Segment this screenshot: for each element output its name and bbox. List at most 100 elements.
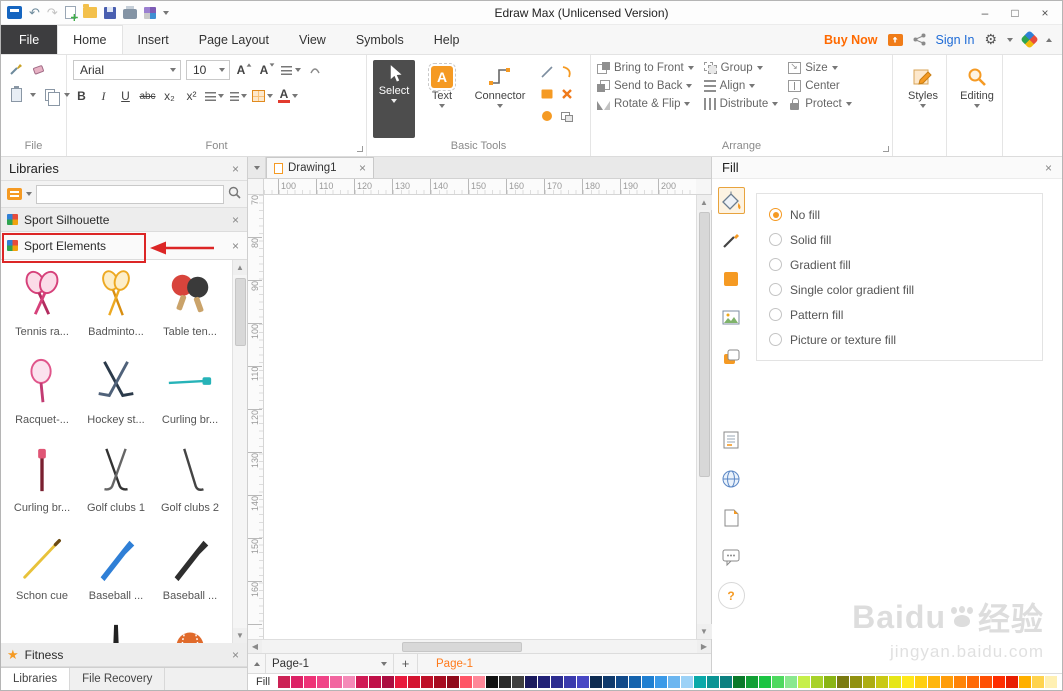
library-item[interactable]: Badminto...: [79, 266, 153, 354]
fill-option-gradient-fill[interactable]: Gradient fill: [757, 252, 1042, 277]
line-style-icon[interactable]: [718, 226, 745, 253]
save-icon[interactable]: [103, 6, 116, 19]
buy-now-link[interactable]: Buy Now: [824, 33, 877, 47]
arrange-dialog-launcher-icon[interactable]: [883, 146, 889, 152]
help-icon[interactable]: ?: [717, 582, 745, 609]
palette-swatch[interactable]: [993, 676, 1006, 688]
more-shapes-icon[interactable]: [560, 109, 574, 126]
library-item[interactable]: Golf clubs 1: [79, 442, 153, 530]
protect-button[interactable]: Protect: [788, 98, 852, 110]
library-scrollbar[interactable]: ▲ ▼: [232, 260, 247, 643]
text-direction-icon[interactable]: [306, 61, 324, 79]
rectangle-tool-icon[interactable]: [540, 87, 554, 104]
fill-panel-close-icon[interactable]: ×: [1045, 161, 1052, 175]
palette-swatch[interactable]: [408, 676, 421, 688]
settings-dropdown-icon[interactable]: [1007, 37, 1013, 42]
options-grid-icon[interactable]: [143, 6, 156, 19]
close-button[interactable]: ×: [1030, 6, 1060, 20]
line-spacing-icon[interactable]: [205, 87, 224, 105]
table-fill-icon[interactable]: [252, 87, 273, 105]
palette-swatch[interactable]: [1032, 676, 1045, 688]
palette-swatch[interactable]: [642, 676, 655, 688]
size-button[interactable]: Size: [788, 61, 851, 74]
section-sport-silhouette[interactable]: Sport Silhouette ×: [1, 208, 247, 232]
library-home-dropdown-icon[interactable]: [26, 192, 32, 196]
shrink-font-icon[interactable]: A: [258, 61, 276, 79]
fill-option-pattern-fill[interactable]: Pattern fill: [757, 302, 1042, 327]
undo-icon[interactable]: ↶: [29, 6, 40, 19]
palette-swatch[interactable]: [655, 676, 668, 688]
font-size-combo[interactable]: 10: [186, 60, 230, 80]
expand-pages-icon[interactable]: [248, 654, 266, 673]
distribute-button[interactable]: Distribute: [703, 98, 779, 110]
line-tool-icon[interactable]: [540, 65, 554, 82]
text-align-icon[interactable]: [281, 61, 301, 79]
connector-tool-button[interactable]: Connector: [469, 60, 531, 138]
bring-to-front-button[interactable]: Bring to Front: [597, 62, 694, 74]
palette-swatch[interactable]: [681, 676, 694, 688]
tab-home[interactable]: Home: [57, 25, 123, 54]
open-file-icon[interactable]: [82, 4, 97, 18]
palette-swatch[interactable]: [629, 676, 642, 688]
palette-swatch[interactable]: [941, 676, 954, 688]
grow-font-icon[interactable]: A: [235, 61, 253, 79]
palette-swatch[interactable]: [447, 676, 460, 688]
tab-symbols[interactable]: Symbols: [341, 25, 419, 54]
comment-icon[interactable]: [718, 543, 745, 570]
palette-swatch[interactable]: [759, 676, 772, 688]
palette-swatch[interactable]: [330, 676, 343, 688]
palette-swatch[interactable]: [564, 676, 577, 688]
palette-swatch[interactable]: [772, 676, 785, 688]
section-fitness-close-icon[interactable]: ×: [232, 648, 239, 662]
library-item[interactable]: [153, 618, 227, 643]
format-painter-icon[interactable]: [7, 60, 25, 78]
maximize-button[interactable]: □: [1000, 6, 1030, 20]
notes-list-icon[interactable]: [718, 426, 745, 453]
eraser-icon[interactable]: [30, 60, 48, 78]
text-dropdown-icon[interactable]: [439, 104, 445, 108]
library-home-icon[interactable]: [7, 188, 22, 200]
cross-tool-icon[interactable]: [560, 87, 574, 104]
group-button[interactable]: Group: [703, 62, 779, 74]
font-color-icon[interactable]: A: [278, 87, 298, 105]
paste-dropdown-icon[interactable]: [30, 93, 36, 97]
library-item[interactable]: Racquet-...: [5, 354, 79, 442]
fill-option-no-fill[interactable]: No fill: [757, 202, 1042, 227]
tab-file[interactable]: File: [1, 25, 58, 54]
scrollbar-thumb[interactable]: [698, 212, 710, 477]
print-icon[interactable]: [122, 5, 137, 19]
pinwheel-icon[interactable]: [1020, 30, 1039, 49]
library-item[interactable]: Curling br...: [153, 354, 227, 442]
share-icon[interactable]: [913, 33, 926, 46]
tab-view[interactable]: View: [284, 25, 341, 54]
buy-now-icon[interactable]: [887, 33, 903, 46]
superscript-button[interactable]: x²: [183, 87, 200, 105]
palette-swatch[interactable]: [343, 676, 356, 688]
palette-swatch[interactable]: [876, 676, 889, 688]
palette-swatch[interactable]: [395, 676, 408, 688]
editing-button[interactable]: Editing: [953, 60, 1001, 108]
vertical-scrollbar[interactable]: ▲ ▼: [696, 195, 712, 639]
palette-swatch[interactable]: [967, 676, 980, 688]
library-item[interactable]: Baseball ...: [79, 530, 153, 618]
fill-option-picture-or-texture-fill[interactable]: Picture or texture fill: [757, 327, 1042, 352]
connector-dropdown-icon[interactable]: [497, 104, 503, 108]
copy-icon[interactable]: [41, 86, 60, 106]
ellipse-tool-icon[interactable]: [540, 109, 554, 126]
library-item[interactable]: Schon cue: [5, 530, 79, 618]
underline-button[interactable]: U: [117, 87, 134, 105]
palette-swatch[interactable]: [603, 676, 616, 688]
palette-swatch[interactable]: [720, 676, 733, 688]
palette-swatch[interactable]: [889, 676, 902, 688]
palette-swatch[interactable]: [473, 676, 486, 688]
palette-swatch[interactable]: [863, 676, 876, 688]
fill-bucket-icon[interactable]: [717, 187, 745, 214]
align-button[interactable]: Align: [703, 80, 779, 92]
document-tab-drawing1[interactable]: Drawing1 ×: [266, 157, 374, 178]
scroll-down-icon[interactable]: ▼: [696, 624, 712, 639]
library-item[interactable]: Golf clubs 2: [153, 442, 227, 530]
palette-swatch[interactable]: [1019, 676, 1032, 688]
palette-swatch[interactable]: [915, 676, 928, 688]
palette-swatch[interactable]: [421, 676, 434, 688]
editing-dropdown-icon[interactable]: [974, 104, 980, 108]
